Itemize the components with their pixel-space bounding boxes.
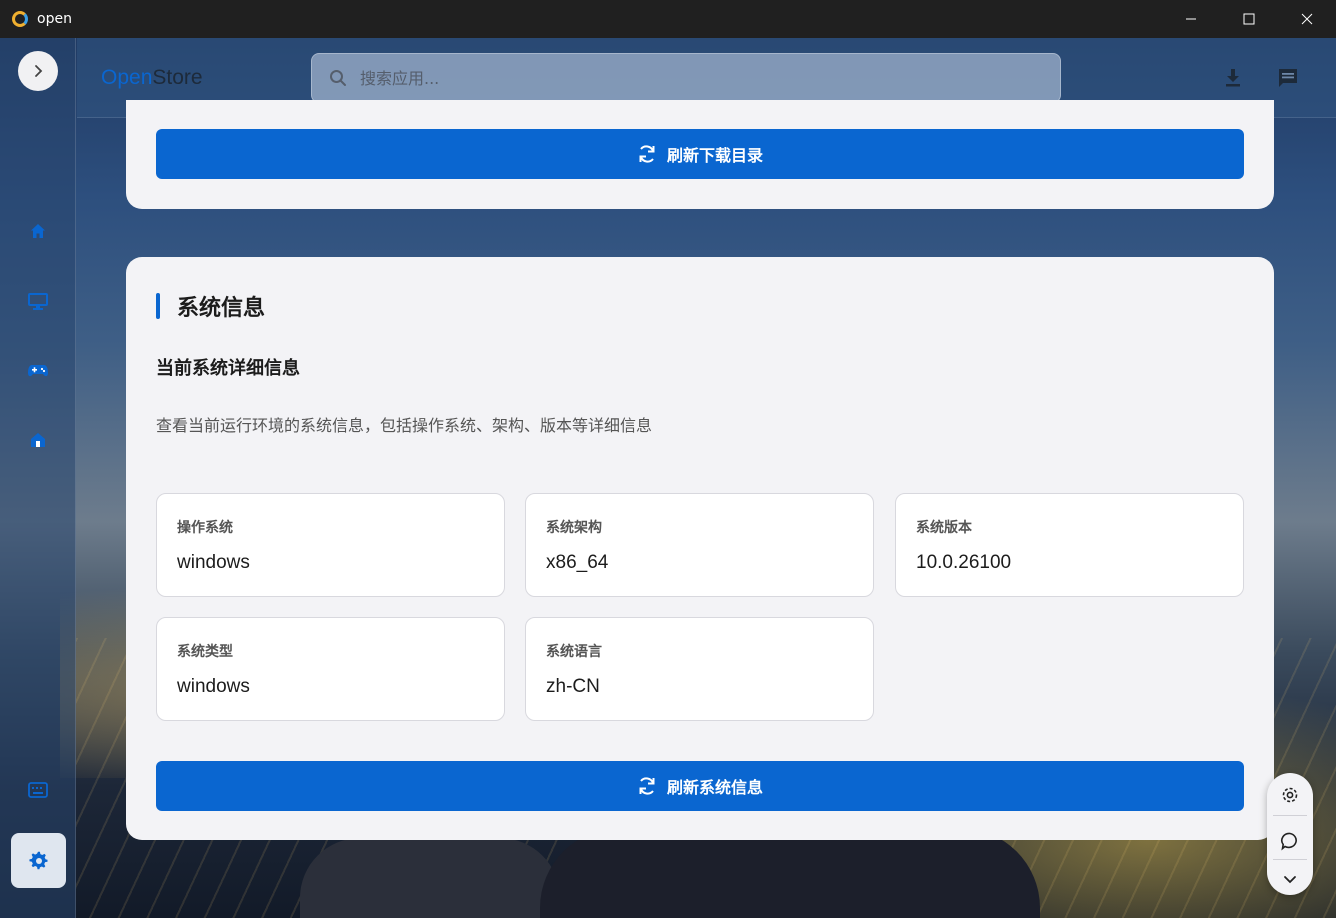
refresh-system-info-label: 刷新系统信息 (666, 778, 763, 797)
refresh-icon (639, 145, 655, 163)
info-label: 系统语言 (546, 644, 602, 660)
window-title: open (37, 11, 72, 27)
keyboard-icon (28, 782, 48, 798)
info-card-arch: 系统架构 x86_64 (525, 493, 874, 597)
section-subtitle: 当前系统详细信息 (156, 358, 300, 379)
system-info-card: 系统信息 当前系统详细信息 查看当前运行环境的系统信息，包括操作系统、架构、版本… (126, 257, 1274, 840)
download-icon (1226, 69, 1240, 87)
home-icon (31, 224, 45, 238)
floating-collapse-button[interactable] (1278, 867, 1302, 891)
refresh-download-dir-label: 刷新下载目录 (666, 146, 763, 165)
maximize-button[interactable] (1220, 0, 1278, 38)
refresh-icon (639, 777, 655, 795)
gamepad-icon (28, 365, 48, 377)
monitor-icon (28, 293, 48, 310)
maximize-icon (1243, 13, 1255, 25)
gear-icon (1282, 787, 1298, 803)
sidebar-item-software[interactable] (26, 289, 50, 313)
info-value: x86_64 (546, 552, 609, 573)
app-icon (12, 11, 28, 27)
section-title: 系统信息 (156, 293, 266, 321)
chevron-down-icon (1284, 876, 1296, 884)
sidebar-item-console[interactable] (26, 778, 50, 802)
sidebar-item-games[interactable] (26, 359, 50, 383)
floating-toolbar (1267, 773, 1313, 895)
messages-button[interactable] (1276, 66, 1300, 90)
info-card-version: 系统版本 10.0.26100 (895, 493, 1244, 597)
info-label: 系统版本 (916, 520, 972, 536)
store-icon (31, 433, 45, 447)
section-accent-bar (156, 293, 160, 319)
info-value: 10.0.26100 (916, 552, 1012, 573)
info-value: zh-CN (546, 676, 600, 697)
refresh-system-info-button[interactable]: 刷新系统信息 (156, 761, 1244, 811)
info-label: 系统类型 (177, 644, 233, 660)
sidebar-expand-button[interactable] (18, 51, 58, 91)
close-icon (1301, 13, 1313, 25)
search-input[interactable] (360, 58, 1060, 98)
chevron-right-icon (35, 65, 43, 77)
gear-icon (28, 851, 47, 869)
search-icon (328, 68, 348, 88)
sidebar-item-home[interactable] (26, 219, 50, 243)
message-icon (1279, 69, 1297, 87)
info-label: 系统架构 (546, 520, 602, 536)
chat-icon (1281, 832, 1297, 851)
info-card-os: 操作系统 windows (156, 493, 505, 597)
minimize-icon (1186, 18, 1196, 20)
floating-settings-button[interactable] (1278, 783, 1302, 807)
sidebar-item-settings[interactable] (11, 833, 66, 888)
download-button[interactable] (1221, 66, 1245, 90)
refresh-download-dir-button[interactable]: 刷新下载目录 (156, 129, 1244, 179)
section-description: 查看当前运行环境的系统信息，包括操作系统、架构、版本等详细信息 (156, 416, 653, 435)
close-button[interactable] (1278, 0, 1336, 38)
info-value: windows (177, 552, 250, 573)
info-label: 操作系统 (177, 520, 233, 536)
minimize-button[interactable] (1162, 0, 1220, 38)
info-value: windows (177, 676, 250, 697)
info-card-type: 系统类型 windows (156, 617, 505, 721)
window-titlebar: open (0, 0, 1336, 38)
section-title-text: 系统信息 (177, 296, 266, 321)
sidebar (0, 38, 76, 918)
brand-logo[interactable]: OpenStore (101, 66, 203, 90)
search-bar (311, 53, 1061, 103)
sidebar-item-store[interactable] (26, 428, 50, 452)
download-directory-card: 刷新下载目录 (126, 100, 1274, 209)
floating-chat-button[interactable] (1278, 829, 1302, 853)
info-card-language: 系统语言 zh-CN (525, 617, 874, 721)
